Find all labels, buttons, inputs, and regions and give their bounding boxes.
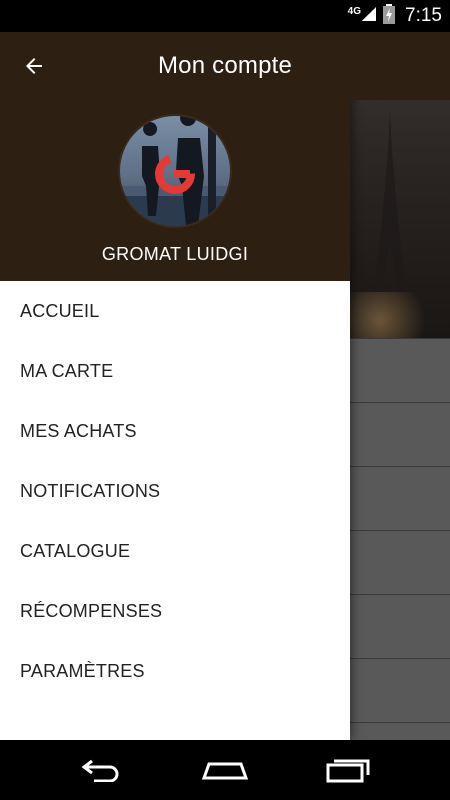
nav-home-button[interactable] (195, 750, 255, 790)
menu-item-recompenses[interactable]: RÉCOMPENSES (0, 581, 350, 641)
nav-recents-button[interactable] (318, 750, 378, 790)
user-name: GROMAT LUIDGI (101, 244, 249, 264)
signal-icon (361, 6, 377, 27)
background-list-row (350, 530, 450, 593)
menu-item-label: PARAMÈTRES (20, 660, 145, 681)
clock: 7:15 (405, 5, 442, 26)
menu-item-ma-carte[interactable]: MA CARTE (0, 341, 350, 401)
menu-item-label: MA CARTE (20, 360, 114, 381)
menu-item-label: MES ACHATS (20, 420, 137, 441)
menu-item-label: ACCUEIL (20, 300, 100, 321)
menu-item-notifications[interactable]: NOTIFICATIONS (0, 461, 350, 521)
network-type: 4G (347, 5, 362, 17)
page-title: Mon compte (157, 52, 293, 79)
nav-back-button[interactable] (72, 750, 132, 790)
back-nav-icon (81, 759, 119, 782)
navigation-drawer: GROMAT LUIDGI ACCUEIL MA CARTE MES ACHAT… (0, 32, 350, 740)
menu-item-accueil[interactable]: ACCUEIL (0, 281, 350, 341)
drawer-header: GROMAT LUIDGI (0, 100, 350, 281)
menu-item-label: CATALOGUE (20, 540, 131, 561)
menu-item-parametres[interactable]: PARAMÈTRES (0, 641, 350, 701)
background-list-row (350, 402, 450, 465)
menu-item-catalogue[interactable]: CATALOGUE (0, 521, 350, 581)
background-list-row (350, 594, 450, 657)
avatar[interactable] (118, 114, 232, 228)
battery-icon (383, 3, 396, 29)
menu-item-label: NOTIFICATIONS (20, 480, 161, 501)
recents-nav-icon (326, 759, 370, 783)
background-list-row (350, 658, 450, 721)
home-nav-icon (201, 762, 249, 780)
menu-item-mes-achats[interactable]: MES ACHATS (0, 401, 350, 461)
background-list-row (350, 466, 450, 529)
eiffel-tower-image (372, 112, 408, 302)
avatar-image (120, 116, 230, 226)
drawer-menu: ACCUEIL MA CARTE MES ACHATS NOTIFICATION… (0, 281, 350, 701)
status-bar: 4G 7:15 (0, 0, 450, 32)
background-list-row (350, 722, 450, 740)
system-nav-bar (0, 740, 450, 800)
background-list-row (350, 338, 450, 401)
app-bar: Mon compte (0, 32, 450, 100)
menu-item-label: RÉCOMPENSES (20, 600, 163, 621)
